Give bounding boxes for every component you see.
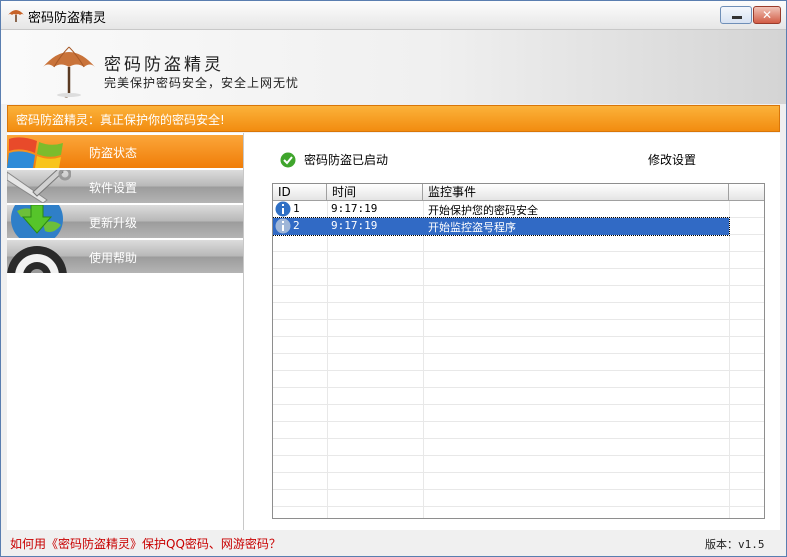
grid-row-line	[273, 387, 764, 388]
column-header-id[interactable]: ID	[273, 184, 327, 200]
sidebar-item-protection-status[interactable]: 防盗状态	[7, 135, 243, 168]
sidebar: 防盗状态 软件设置 更新升级 使用帮助	[7, 133, 244, 530]
cell-time: 9:17:19	[331, 219, 378, 232]
sidebar-item-label: 使用帮助	[89, 251, 138, 265]
info-icon	[275, 218, 291, 234]
column-header-filler	[729, 184, 764, 200]
app-window: 密码防盗精灵 ✕ 密码防盗精灵 完美保护密码安全，安全上网无忧 密码防盗精灵：真…	[0, 0, 787, 557]
sidebar-item-label: 防盗状态	[89, 146, 138, 160]
column-header-time[interactable]: 时间	[327, 184, 423, 200]
grid-row-line	[273, 268, 764, 269]
main-panel: 密码防盗已启动 修改设置 ID 时间 监控事件 1 9:17:19 开始保护您的…	[244, 133, 780, 530]
grid-row-line	[273, 455, 764, 456]
banner-title: 密码防盗精灵	[104, 55, 224, 75]
umbrella-logo-icon	[43, 46, 95, 98]
help-link[interactable]: 如何用《密码防盗精灵》保护QQ密码、网游密码？	[10, 535, 281, 552]
status-text: 密码防盗已启动	[304, 153, 389, 167]
grid-row-line	[273, 251, 764, 252]
sidebar-item-software-settings[interactable]: 软件设置	[7, 170, 243, 203]
sidebar-item-help[interactable]: 使用帮助	[7, 240, 243, 273]
version-label: 版本：v1.5	[705, 538, 765, 551]
grid-row-line	[273, 285, 764, 286]
banner-subtitle: 完美保护密码安全，安全上网无忧	[104, 76, 300, 90]
sidebar-item-label: 更新升级	[89, 216, 138, 230]
grid-row-line	[273, 319, 764, 320]
grid-row-line	[273, 336, 764, 337]
grid-row-line	[273, 353, 764, 354]
window-title: 密码防盗精灵	[28, 11, 107, 26]
notice-bar: 密码防盗精灵：真正保护你的密码安全!	[7, 105, 780, 132]
check-circle-icon	[280, 152, 296, 168]
grid-column-line	[423, 201, 424, 518]
column-header-event[interactable]: 监控事件	[423, 184, 729, 200]
cell-id: 1	[293, 202, 300, 215]
event-log-table[interactable]: ID 时间 监控事件 1 9:17:19 开始保护您的密码安全 2 9:17:1…	[272, 183, 765, 519]
cell-event: 开始保护您的密码安全	[428, 204, 538, 217]
grid-row-line	[273, 438, 764, 439]
info-icon	[275, 201, 291, 217]
grid-row-line	[273, 421, 764, 422]
grid-row-line	[273, 404, 764, 405]
table-row[interactable]: 1 9:17:19 开始保护您的密码安全	[273, 201, 729, 218]
minimize-icon	[732, 16, 742, 19]
notice-text: 密码防盗精灵：真正保护你的密码安全!	[16, 113, 225, 127]
grid-column-line	[729, 201, 730, 518]
grid-row-line	[273, 370, 764, 371]
header-banner: 密码防盗精灵 完美保护密码安全，安全上网无忧	[1, 30, 786, 104]
cell-time: 9:17:19	[331, 202, 378, 215]
minimize-button[interactable]	[720, 6, 752, 24]
close-button[interactable]: ✕	[753, 6, 781, 24]
grid-row-line	[273, 489, 764, 490]
sidebar-item-label: 软件设置	[89, 181, 138, 195]
cell-event: 开始监控盗号程序	[428, 221, 516, 234]
title-bar[interactable]: 密码防盗精灵 ✕	[1, 1, 786, 30]
footer: 如何用《密码防盗精灵》保护QQ密码、网游密码？ 版本：v1.5	[1, 531, 786, 556]
modify-settings-link[interactable]: 修改设置	[648, 151, 696, 168]
sidebar-item-update-upgrade[interactable]: 更新升级	[7, 205, 243, 238]
grid-row-line	[273, 302, 764, 303]
umbrella-icon	[8, 10, 24, 22]
close-icon: ✕	[761, 8, 773, 22]
table-row[interactable]: 2 9:17:19 开始监控盗号程序	[273, 217, 730, 236]
tools-wrench-icon	[7, 170, 71, 203]
windows-flag-icon	[7, 137, 63, 168]
grid-row-line	[273, 506, 764, 507]
globe-download-icon	[11, 205, 63, 238]
help-lifebuoy-icon	[7, 246, 67, 273]
table-header: ID 时间 监控事件	[273, 184, 764, 201]
cell-id: 2	[293, 219, 300, 232]
grid-column-line	[327, 201, 328, 518]
grid-row-line	[273, 472, 764, 473]
